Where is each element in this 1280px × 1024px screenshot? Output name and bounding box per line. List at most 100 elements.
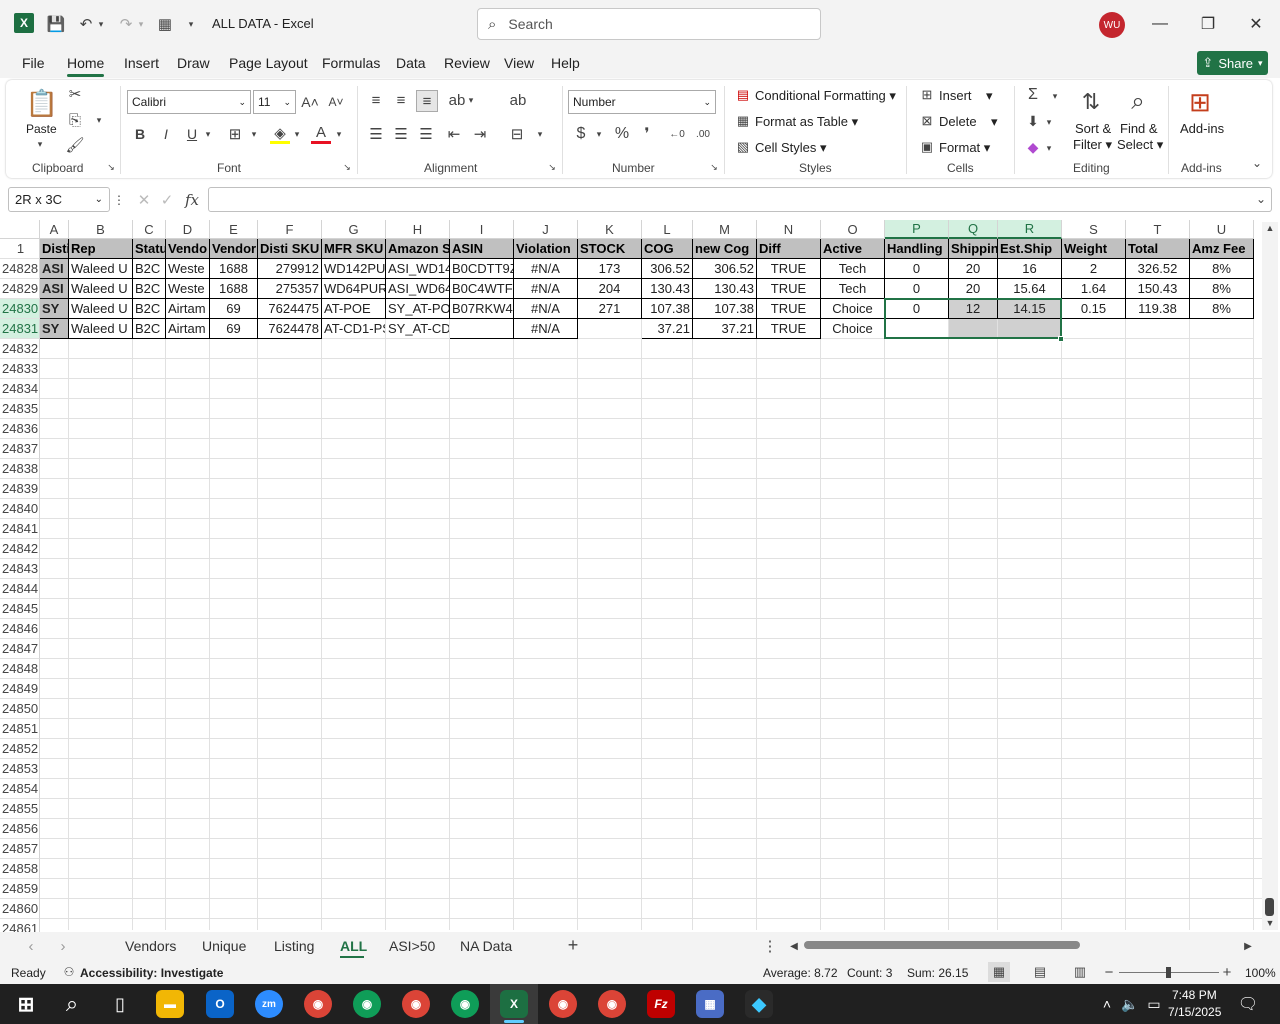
column-header-b[interactable]: B xyxy=(69,220,133,239)
data-cell[interactable] xyxy=(998,319,1062,339)
data-cell[interactable]: 275357 xyxy=(258,279,322,299)
data-cell[interactable]: #N/A xyxy=(514,319,578,339)
column-header-g[interactable]: G xyxy=(322,220,386,239)
column-header-o[interactable]: O xyxy=(821,220,885,239)
format-as-table-icon[interactable]: ▦ xyxy=(734,112,752,130)
app-icon[interactable]: ◆ xyxy=(745,990,773,1018)
data-cell[interactable]: 0 xyxy=(885,299,949,319)
zoom-level[interactable]: 100% xyxy=(1245,966,1276,980)
outlook-icon[interactable]: O xyxy=(206,990,234,1018)
data-cell[interactable]: 14.15 xyxy=(998,299,1062,319)
data-cell[interactable]: 37.21 xyxy=(642,319,693,339)
chrome-icon[interactable]: ◉ xyxy=(598,990,626,1018)
header-cell[interactable]: Vendo xyxy=(166,239,210,259)
data-cell[interactable]: 130.43 xyxy=(693,279,757,299)
data-cell[interactable]: 306.52 xyxy=(642,259,693,279)
row-header[interactable]: 24843 xyxy=(0,559,40,579)
excel-taskbar-icon[interactable]: X xyxy=(500,990,528,1018)
fill-handle[interactable] xyxy=(1058,336,1064,342)
data-cell[interactable]: 1.64 xyxy=(1062,279,1126,299)
bold-icon[interactable]: B xyxy=(131,124,149,144)
data-cell[interactable]: 20 xyxy=(949,279,998,299)
merge-dropdown-icon[interactable]: ▾ xyxy=(535,128,545,140)
normal-view-icon[interactable]: ▦ xyxy=(988,962,1010,982)
name-box[interactable]: 2R x 3C ⌄ xyxy=(8,187,110,212)
data-cell[interactable]: 279912 xyxy=(258,259,322,279)
data-cell[interactable]: 7624475 xyxy=(258,299,322,319)
underline-dropdown-icon[interactable]: ▾ xyxy=(203,128,213,140)
scroll-down-icon[interactable]: ▼ xyxy=(1263,917,1277,929)
menu-review[interactable]: Review xyxy=(444,55,490,71)
data-cell[interactable]: 107.38 xyxy=(642,299,693,319)
data-cell[interactable]: B0C4WTF5 xyxy=(450,279,514,299)
align-center-icon[interactable]: ☰ xyxy=(391,124,411,144)
row-header[interactable]: 24849 xyxy=(0,679,40,699)
column-header-n[interactable]: N xyxy=(757,220,821,239)
header-cell[interactable]: STOCK xyxy=(578,239,642,259)
data-cell[interactable]: AT-POE xyxy=(322,299,386,319)
scroll-right-icon[interactable]: ▶ xyxy=(1242,938,1254,954)
chrome-icon[interactable]: ◉ xyxy=(549,990,577,1018)
column-header-f[interactable]: F xyxy=(258,220,322,239)
windows-start-icon[interactable]: ⊞ xyxy=(12,990,40,1018)
decrease-decimal-icon[interactable]: .00 xyxy=(692,124,714,144)
network-icon[interactable]: ▭ xyxy=(1140,990,1168,1018)
cancel-entry-icon[interactable]: ✕ xyxy=(135,190,153,210)
sheet-tab-listing[interactable]: Listing xyxy=(274,938,314,954)
fill-dropdown-icon[interactable]: ▾ xyxy=(1044,116,1054,128)
data-cell[interactable]: 69 xyxy=(210,299,258,319)
row-header[interactable]: 24836 xyxy=(0,419,40,439)
chrome-icon[interactable]: ◉ xyxy=(353,990,381,1018)
header-cell[interactable]: Amz Fee xyxy=(1190,239,1254,259)
sheet-tab-asi-50[interactable]: ASI>50 xyxy=(389,938,435,954)
comma-style-icon[interactable]: ❜ xyxy=(640,124,654,144)
data-cell[interactable]: TRUE xyxy=(757,299,821,319)
data-cell[interactable] xyxy=(949,319,998,339)
row-header[interactable]: 24830 xyxy=(0,299,40,319)
header-cell[interactable]: Total xyxy=(1126,239,1190,259)
data-cell[interactable]: Choice xyxy=(821,299,885,319)
italic-icon[interactable]: I xyxy=(157,124,175,144)
undo-dropdown-icon[interactable]: ▾ xyxy=(96,14,106,34)
column-header-q[interactable]: Q xyxy=(949,220,998,239)
column-header-u[interactable]: U xyxy=(1190,220,1254,239)
copy-dropdown-icon[interactable]: ▾ xyxy=(94,114,104,126)
data-cell[interactable]: 1688 xyxy=(210,279,258,299)
font-color-dropdown-icon[interactable]: ▾ xyxy=(334,128,344,140)
row-header[interactable]: 24860 xyxy=(0,899,40,919)
dialog-launcher-icon[interactable]: ↘ xyxy=(709,162,719,172)
clear-icon[interactable]: ◆ xyxy=(1024,138,1042,156)
header-cell[interactable]: Amazon S xyxy=(386,239,450,259)
insert-function-icon[interactable]: fx xyxy=(182,190,202,210)
data-cell[interactable]: #N/A xyxy=(514,279,578,299)
taskbar-search-icon[interactable]: ⌕ xyxy=(58,990,86,1018)
zoom-out-icon[interactable]: − xyxy=(1103,964,1115,981)
scroll-up-icon[interactable]: ▲ xyxy=(1263,222,1277,234)
data-cell[interactable]: 12 xyxy=(949,299,998,319)
data-cell[interactable]: 271 xyxy=(578,299,642,319)
row-header[interactable]: 24858 xyxy=(0,859,40,879)
data-cell[interactable]: 7624478 xyxy=(258,319,322,339)
font-color-icon[interactable]: A xyxy=(311,124,331,144)
data-cell[interactable]: 69 xyxy=(210,319,258,339)
row-header[interactable]: 24837 xyxy=(0,439,40,459)
row-header[interactable]: 24857 xyxy=(0,839,40,859)
menu-formulas[interactable]: Formulas xyxy=(322,55,380,71)
data-cell[interactable]: Waleed U xyxy=(69,299,133,319)
menu-file[interactable]: File xyxy=(22,55,45,71)
insert-cells-icon[interactable]: ⊞ xyxy=(918,86,936,104)
clock-time[interactable]: 7:48 PM xyxy=(1172,988,1217,1002)
row-header[interactable]: 24828 xyxy=(0,259,40,279)
header-cell[interactable]: Handling xyxy=(885,239,949,259)
format-cells-button[interactable]: Format ▾ xyxy=(939,140,990,156)
data-cell[interactable]: SY xyxy=(40,319,69,339)
menu-insert[interactable]: Insert xyxy=(124,55,159,71)
fill-color-icon[interactable]: ◈ xyxy=(270,124,290,144)
header-cell[interactable]: Rep xyxy=(69,239,133,259)
close-icon[interactable]: ✕ xyxy=(1246,14,1266,34)
paste-dropdown-icon[interactable]: ▾ xyxy=(34,138,46,150)
row-header[interactable]: 24834 xyxy=(0,379,40,399)
menu-home[interactable]: Home xyxy=(67,55,104,71)
column-header-k[interactable]: K xyxy=(578,220,642,239)
sheet-tab-unique[interactable]: Unique xyxy=(202,938,246,954)
